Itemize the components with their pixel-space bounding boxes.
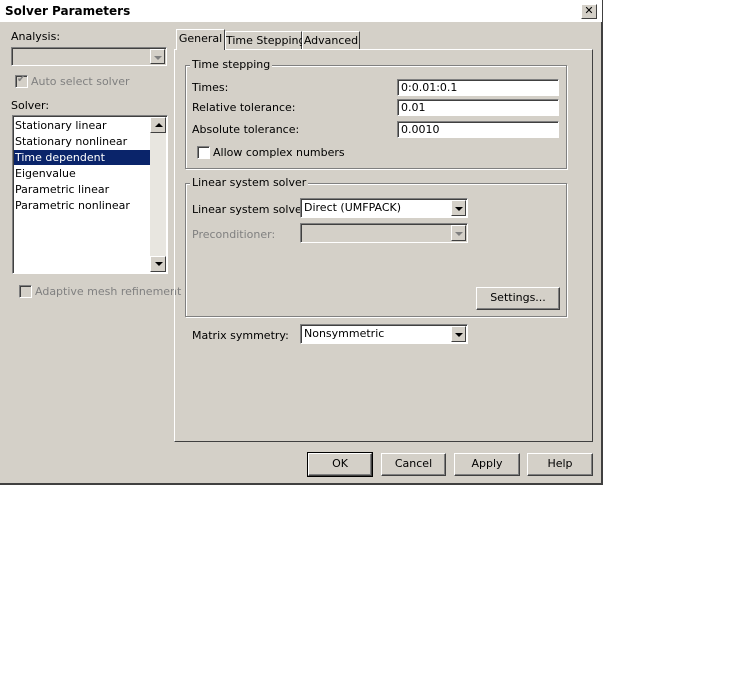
close-icon: ✕ [584, 4, 594, 17]
auto-select-solver-label: Auto select solver [31, 75, 130, 88]
absolute-tolerance-label: Absolute tolerance: [192, 123, 300, 136]
list-item[interactable]: Eigenvalue [14, 166, 150, 181]
solver-listbox[interactable]: Stationary linear Stationary nonlinear T… [12, 115, 168, 274]
help-button[interactable]: Help [527, 453, 593, 476]
matrix-symmetry-value: Nonsymmetric [304, 327, 385, 340]
allow-complex-checkbox[interactable] [197, 146, 210, 159]
apply-button[interactable]: Apply [454, 453, 520, 476]
preconditioner-label: Preconditioner: [192, 228, 276, 241]
tab-advanced[interactable]: Advanced [302, 31, 360, 49]
relative-tolerance-label: Relative tolerance: [192, 101, 296, 114]
window-title: Solver Parameters [5, 4, 131, 18]
tab-time-stepping[interactable]: Time Stepping [225, 31, 305, 49]
list-item[interactable]: Parametric linear [14, 182, 150, 197]
times-input[interactable]: 0:0.01:0.1 [397, 79, 559, 96]
settings-button[interactable]: Settings... [476, 287, 560, 310]
chevron-down-icon [451, 326, 466, 342]
linear-solver-dropdown[interactable]: Direct (UMFPACK) [300, 198, 468, 218]
check-icon: ✔ [17, 74, 26, 85]
times-label: Times: [192, 81, 229, 94]
preconditioner-dropdown[interactable] [300, 223, 468, 243]
adaptive-mesh-label: Adaptive mesh refinement [35, 285, 182, 298]
matrix-symmetry-dropdown[interactable]: Nonsymmetric [300, 324, 468, 344]
allow-complex-label: Allow complex numbers [213, 146, 345, 159]
tab-general[interactable]: General [176, 29, 225, 50]
chevron-down-icon [150, 49, 165, 64]
list-item[interactable]: Stationary linear [14, 118, 150, 133]
cancel-button[interactable]: Cancel [381, 453, 446, 476]
chevron-down-icon [451, 200, 466, 216]
auto-select-solver-checkbox[interactable]: ✔ [15, 74, 28, 88]
list-item[interactable]: Parametric nonlinear [14, 198, 150, 213]
absolute-tolerance-value: 0.0010 [401, 123, 440, 136]
analysis-dropdown[interactable] [11, 47, 167, 66]
relative-tolerance-value: 0.01 [401, 101, 426, 114]
solver-label: Solver: [11, 99, 50, 112]
linear-solver-label: Linear system solver: [192, 203, 310, 216]
linear-solver-value: Direct (UMFPACK) [304, 201, 402, 214]
time-stepping-title: Time stepping [190, 58, 273, 71]
scroll-up-icon[interactable] [150, 117, 166, 133]
analysis-label: Analysis: [11, 30, 61, 43]
ok-button[interactable]: OK [307, 452, 373, 477]
times-value: 0:0.01:0.1 [401, 81, 458, 94]
close-button[interactable]: ✕ [581, 4, 597, 19]
vertical-scrollbar[interactable] [150, 117, 166, 272]
list-item[interactable]: Stationary nonlinear [14, 134, 150, 149]
linear-system-solver-title: Linear system solver [190, 176, 309, 189]
scroll-down-icon[interactable] [150, 256, 166, 272]
matrix-symmetry-label: Matrix symmetry: [192, 329, 289, 342]
relative-tolerance-input[interactable]: 0.01 [397, 99, 559, 116]
adaptive-mesh-checkbox[interactable] [19, 285, 32, 298]
chevron-down-icon [451, 225, 466, 241]
absolute-tolerance-input[interactable]: 0.0010 [397, 121, 559, 138]
list-item-selected[interactable]: Time dependent [14, 150, 150, 165]
